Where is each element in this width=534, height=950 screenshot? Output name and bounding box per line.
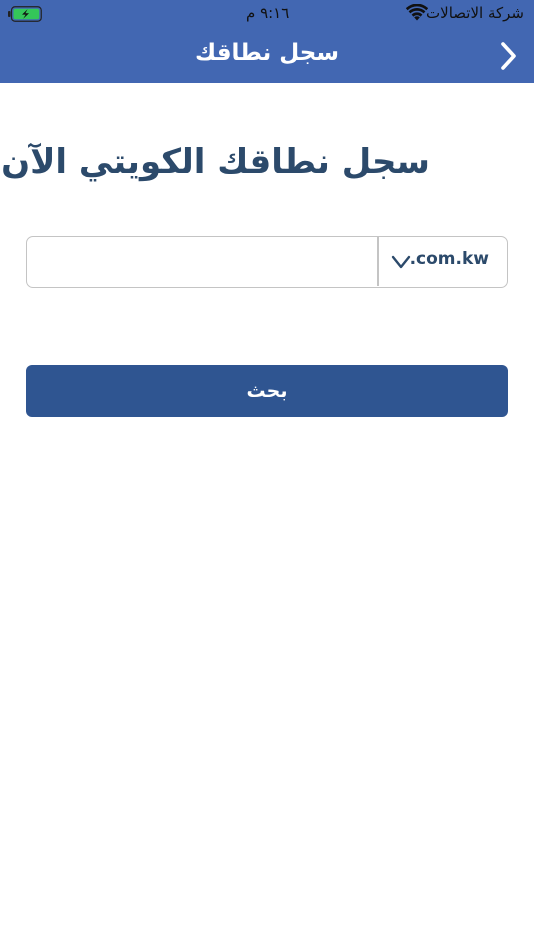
chevron-down-icon [391,255,411,269]
nav-title: سجل نطاقك [195,40,339,66]
domain-extension-select[interactable]: .com.kw [379,237,507,286]
domain-name-input[interactable] [27,237,377,286]
chevron-right-icon[interactable] [496,40,520,72]
navigation-bar: سجل نطاقك [0,28,534,83]
battery-charging-icon [8,6,42,22]
app-screen: شركة الاتصالات ٩:١٦ م سجل نطاقك سجل نطاق… [0,0,534,950]
status-bar: شركة الاتصالات ٩:١٦ م [0,0,534,28]
wifi-icon [406,4,428,21]
search-button[interactable]: بحث [26,365,508,417]
page-title: سجل نطاقك الكويتي الآن [1,142,430,182]
clock-time: ٩:١٦ م [246,4,290,22]
domain-extension-value: .com.kw [409,249,489,269]
carrier-label: شركة الاتصالات [426,4,524,22]
domain-search-field: .com.kw [26,236,508,288]
